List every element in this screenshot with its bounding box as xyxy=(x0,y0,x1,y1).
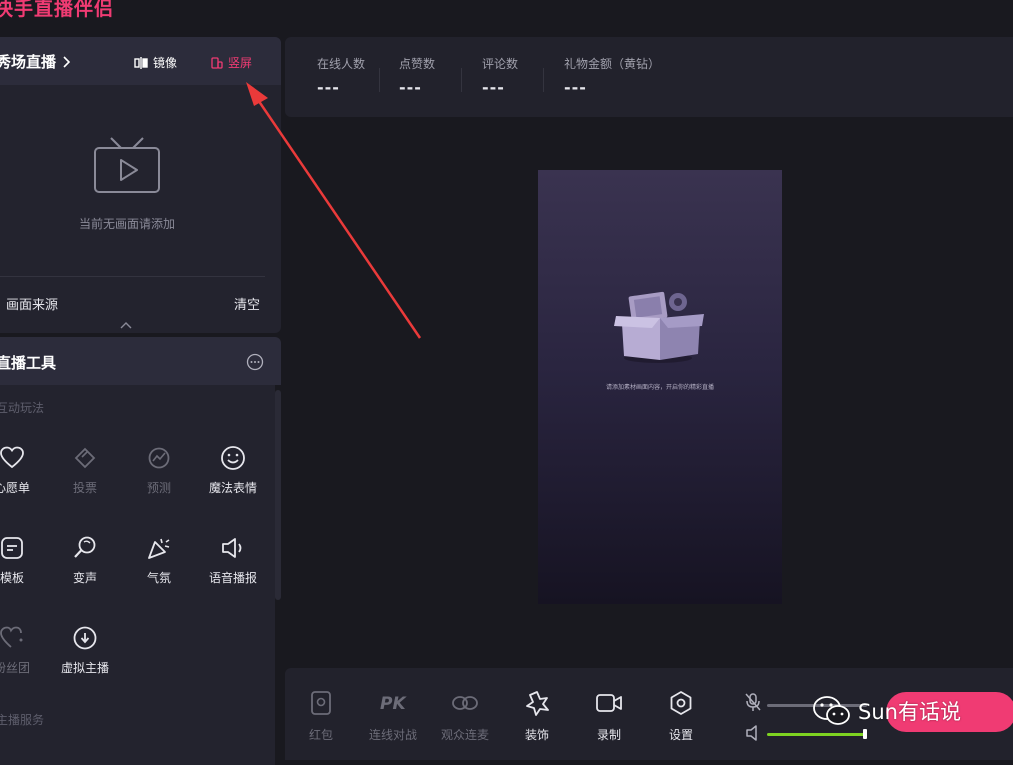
vote-icon xyxy=(74,447,96,469)
tool-label: 气氛 xyxy=(146,571,171,585)
toolbar-label: 连线对战 xyxy=(368,728,417,742)
settings-icon xyxy=(670,691,692,715)
stat-value: --- xyxy=(482,78,505,97)
tool-wishlist[interactable]: 心愿单 xyxy=(0,443,42,496)
live-tools-title: 直播工具 xyxy=(0,354,57,372)
tool-label: 粉丝团 xyxy=(0,661,30,675)
tool-template[interactable]: 模板 xyxy=(0,533,42,586)
tool-magic-emoji[interactable]: 魔法表情 xyxy=(203,443,263,496)
source-label: 画面来源 xyxy=(6,298,59,313)
section-service-label: 主播服务 xyxy=(0,713,45,727)
watermark-text: Sun有话说 xyxy=(858,700,961,724)
decoration-icon xyxy=(526,691,549,716)
tool-predict[interactable]: 预测 xyxy=(129,443,189,496)
tool-label: 魔法表情 xyxy=(208,481,257,495)
stat-label: 在线人数 xyxy=(317,57,366,71)
stat-label: 评论数 xyxy=(482,57,519,71)
toolbar-label: 录制 xyxy=(596,728,621,742)
svg-text:PK: PK xyxy=(380,694,407,714)
toolbar-red-packet[interactable]: 红包 xyxy=(291,688,351,743)
tool-fan-club[interactable]: 粉丝团 xyxy=(0,623,42,676)
mirror-icon xyxy=(134,56,148,69)
tv-icon xyxy=(94,137,160,193)
tool-vote[interactable]: 投票 xyxy=(55,443,115,496)
empty-box-icon xyxy=(614,291,704,363)
toolbar-settings[interactable]: 设置 xyxy=(651,688,711,743)
stat-comments: 评论数 --- xyxy=(482,55,518,97)
toolbar-record[interactable]: 录制 xyxy=(579,688,639,743)
pk-icon: PK xyxy=(380,694,407,714)
tool-label: 变声 xyxy=(72,571,97,585)
toolbar-decoration[interactable]: 装饰 xyxy=(507,688,567,743)
tool-label: 虚拟主播 xyxy=(60,661,109,675)
toolbar-label: 装饰 xyxy=(524,728,549,742)
annotation-arrow xyxy=(246,82,422,339)
portrait-icon xyxy=(211,56,223,69)
empty-source-text: 当前无画面请添加 xyxy=(79,217,176,231)
speaker-volume-handle[interactable] xyxy=(863,729,867,739)
tools-scrollbar[interactable] xyxy=(275,390,281,600)
wechat-icon xyxy=(813,696,850,725)
virtual-anchor-icon xyxy=(73,626,97,650)
tool-label: 投票 xyxy=(72,481,97,495)
chevron-up-icon[interactable] xyxy=(120,321,132,329)
party-icon xyxy=(148,538,170,559)
tool-label: 预测 xyxy=(146,481,171,495)
stat-label: 点赞数 xyxy=(399,57,436,71)
toolbar-label: 红包 xyxy=(308,728,333,742)
chevron-right-icon xyxy=(63,55,71,68)
heart-icon xyxy=(0,446,24,469)
toolbar-pk[interactable]: PK 连线对战 xyxy=(363,688,423,743)
template-icon xyxy=(1,537,23,559)
fan-heart-icon xyxy=(0,626,23,648)
tool-voice-change[interactable]: 变声 xyxy=(55,533,115,586)
toolbar-label: 观众连麦 xyxy=(440,728,489,742)
portrait-button[interactable]: 竖屏 xyxy=(211,54,252,71)
divider xyxy=(543,68,544,92)
tool-voice-broadcast[interactable]: 语音播报 xyxy=(203,533,263,586)
tool-label: 心愿单 xyxy=(0,481,30,495)
tool-virtual-anchor[interactable]: 虚拟主播 xyxy=(55,623,115,676)
preview-hint: 请添加素材画面内容，开启你的精彩直播 xyxy=(605,384,714,391)
stat-gifts: 礼物金额（黄钻） --- xyxy=(564,55,660,97)
link-icon xyxy=(452,696,478,710)
more-icon[interactable] xyxy=(246,353,264,371)
mirror-button[interactable]: 镜像 xyxy=(134,54,177,71)
tool-atmosphere[interactable]: 气氛 xyxy=(129,533,189,586)
record-icon xyxy=(596,694,622,712)
speaker-volume-slider[interactable] xyxy=(767,733,865,736)
mirror-label: 镜像 xyxy=(153,56,178,70)
voice-change-icon xyxy=(74,536,96,558)
live-mode-selector[interactable]: 秀场直播 xyxy=(0,51,71,72)
portrait-label: 竖屏 xyxy=(228,56,253,70)
section-interactive-label: 互动玩法 xyxy=(0,401,45,415)
watermark: Sun有话说 xyxy=(812,694,961,728)
red-packet-icon xyxy=(311,691,331,715)
speaker-icon xyxy=(222,538,242,558)
predict-icon xyxy=(148,447,170,469)
live-mode-label: 秀场直播 xyxy=(0,53,57,71)
smile-icon xyxy=(221,446,245,470)
divider xyxy=(0,276,265,277)
mic-muted-icon[interactable] xyxy=(744,692,762,712)
speaker-volume-icon[interactable] xyxy=(745,724,763,742)
toolbar-audience-link[interactable]: 观众连麦 xyxy=(435,688,495,743)
divider xyxy=(461,68,462,92)
toolbar-label: 设置 xyxy=(668,728,693,742)
stat-value: --- xyxy=(564,78,587,97)
stat-label: 礼物金额（黄钻） xyxy=(564,57,661,71)
tool-label: 模板 xyxy=(0,571,24,585)
tool-label: 语音播报 xyxy=(208,571,257,585)
app-title: 快手直播伴侣 xyxy=(0,0,115,20)
